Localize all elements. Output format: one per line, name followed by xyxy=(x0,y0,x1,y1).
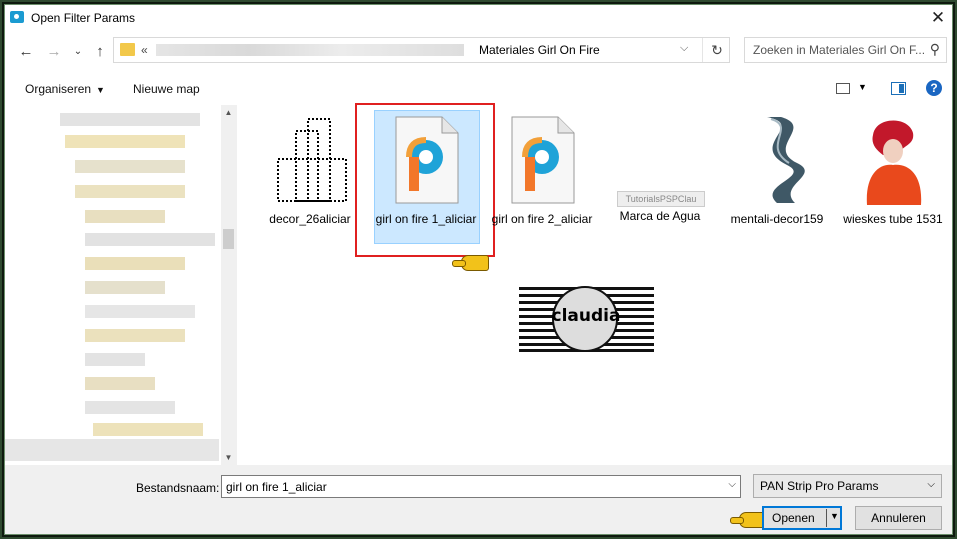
back-arrow-icon[interactable]: ← xyxy=(17,43,35,61)
nav-tree-item[interactable] xyxy=(85,329,185,342)
file-name: wieskes tube 1531 xyxy=(843,212,943,226)
file-name: Marca de Agua xyxy=(619,209,701,223)
caret-down-icon[interactable]: ▼ xyxy=(830,511,839,521)
file-item[interactable]: decor_26aliciar xyxy=(254,115,366,227)
view-options-icon[interactable] xyxy=(836,83,850,94)
nav-tree-item[interactable] xyxy=(85,305,195,318)
split-divider xyxy=(826,509,827,527)
address-bar[interactable]: « Materiales Girl On Fire ⌵ ↻ xyxy=(113,37,730,63)
open-file-dialog: Open Filter Params ✕ ← → ⌄ ↑ « Materiale… xyxy=(4,4,953,535)
nav-tree-item[interactable] xyxy=(85,257,185,270)
claudia-logo-text: claudia xyxy=(551,306,621,326)
nav-tree-selected-item[interactable] xyxy=(5,439,219,461)
file-list[interactable]: decor_26aliciar girl on fire 1_aliciar g… xyxy=(237,103,952,465)
nav-tree-item[interactable] xyxy=(65,135,185,148)
pointing-hand-icon xyxy=(452,255,489,271)
preview-pane-icon[interactable] xyxy=(891,82,906,95)
blurred-path xyxy=(156,44,464,56)
scroll-up-icon[interactable]: ▲ xyxy=(221,105,236,120)
forward-arrow-icon[interactable]: → xyxy=(45,43,63,61)
window-title: Open Filter Params xyxy=(31,11,136,25)
nav-tree-item[interactable] xyxy=(85,353,145,366)
search-placeholder: Zoeken in Materiales Girl On F... xyxy=(753,43,926,57)
search-box[interactable]: Zoeken in Materiales Girl On F... ⚲ xyxy=(744,37,947,63)
command-toolbar: Organiseren ▼ Nieuwe map ▼ ? xyxy=(5,71,952,103)
chevron-down-icon[interactable]: ⌵ xyxy=(927,479,935,490)
breadcrumb-current[interactable]: Materiales Girl On Fire xyxy=(479,43,600,57)
screenshot-frame: Open Filter Params ✕ ← → ⌄ ↑ « Materiale… xyxy=(0,0,957,539)
nav-tree-item[interactable] xyxy=(75,160,185,173)
nav-tree-item[interactable] xyxy=(85,210,165,223)
caret-down-icon[interactable]: ▼ xyxy=(858,82,867,92)
filename-label: Bestandsnaam: xyxy=(136,481,220,495)
nav-tree-item[interactable] xyxy=(75,185,185,198)
open-button-label: Openen xyxy=(772,511,815,525)
search-icon[interactable]: ⚲ xyxy=(930,41,940,58)
mentali-decor-thumbnail xyxy=(737,115,817,205)
file-item[interactable]: mentali-decor159 xyxy=(721,115,833,227)
watermark-thumbnail: TutorialsPSPClau xyxy=(615,115,705,207)
up-arrow-icon[interactable]: ↑ xyxy=(91,43,109,61)
nav-tree-item[interactable] xyxy=(85,233,215,246)
folder-icon xyxy=(120,43,135,56)
file-name: decor_26aliciar xyxy=(269,212,351,226)
watermark-text: TutorialsPSPClau xyxy=(617,191,705,207)
address-prefix: « xyxy=(141,43,148,57)
navigation-bar: ← → ⌄ ↑ « Materiales Girl On Fire ⌵ ↻ Zo… xyxy=(5,33,952,71)
close-icon[interactable]: ✕ xyxy=(928,8,948,28)
organize-label: Organiseren xyxy=(25,82,92,96)
nav-tree-item[interactable] xyxy=(85,401,175,414)
paintshop-file-icon xyxy=(395,116,459,204)
new-folder-button[interactable]: Nieuwe map xyxy=(133,82,200,96)
nav-tree-item[interactable] xyxy=(60,113,200,126)
organize-button[interactable]: Organiseren ▼ xyxy=(25,82,105,96)
title-bar: Open Filter Params ✕ xyxy=(5,5,952,33)
scrollbar-thumb[interactable] xyxy=(223,229,234,249)
paintshop-file-icon xyxy=(511,116,575,204)
file-type-value: PAN Strip Pro Params xyxy=(760,479,879,493)
file-item-selected[interactable]: girl on fire 1_aliciar xyxy=(370,115,482,227)
file-type-select[interactable]: PAN Strip Pro Params ⌵ xyxy=(753,474,942,498)
cancel-button[interactable]: Annuleren xyxy=(855,506,942,530)
file-item[interactable]: TutorialsPSPClau Marca de Agua xyxy=(604,115,716,224)
tube-thumbnail xyxy=(853,115,933,205)
recent-chevron-icon[interactable]: ⌄ xyxy=(69,43,87,61)
nav-tree-item[interactable] xyxy=(85,377,155,390)
nav-tree-item[interactable] xyxy=(85,281,165,294)
file-item[interactable]: claudia xyxy=(519,286,654,352)
chevron-down-icon[interactable]: ⌵ xyxy=(728,479,736,490)
navigation-pane[interactable]: ▲ ▼ xyxy=(5,105,236,465)
camera-icon xyxy=(10,11,24,23)
dialog-footer: Bestandsnaam: girl on fire 1_aliciar ⌵ P… xyxy=(5,465,952,534)
file-name: mentali-decor159 xyxy=(730,212,824,226)
file-name: girl on fire 2_aliciar xyxy=(491,212,593,226)
sidebar-scrollbar[interactable]: ▲ ▼ xyxy=(221,105,236,465)
file-item[interactable]: wieskes tube 1531 xyxy=(837,115,949,227)
filename-value: girl on fire 1_aliciar xyxy=(226,480,327,494)
file-item[interactable]: girl on fire 2_aliciar xyxy=(486,115,598,227)
nav-tree-item[interactable] xyxy=(93,423,203,436)
help-icon[interactable]: ? xyxy=(926,80,942,96)
decor-thumbnail xyxy=(274,117,347,203)
filename-input[interactable]: girl on fire 1_aliciar ⌵ xyxy=(221,475,741,498)
open-button[interactable]: Openen ▼ xyxy=(762,506,842,530)
scroll-down-icon[interactable]: ▼ xyxy=(221,450,236,465)
caret-down-icon: ▼ xyxy=(96,85,105,95)
chevron-down-icon[interactable]: ⌵ xyxy=(680,42,688,55)
refresh-icon[interactable]: ↻ xyxy=(702,38,731,62)
file-name: girl on fire 1_aliciar xyxy=(375,212,477,226)
